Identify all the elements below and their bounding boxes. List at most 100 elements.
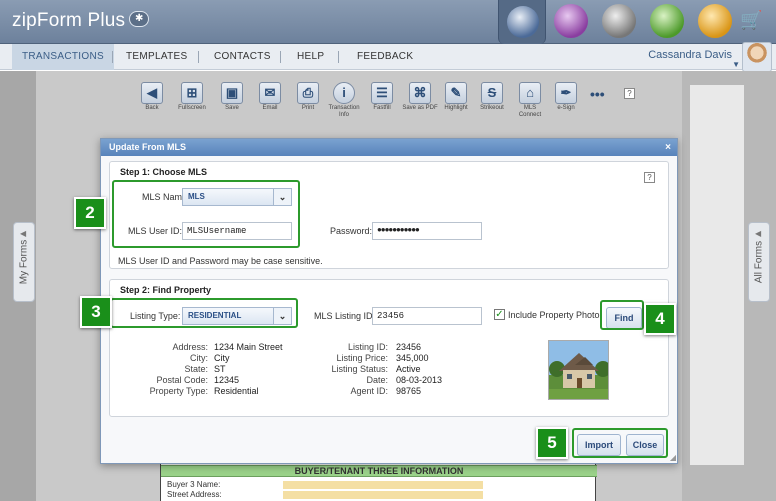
close-icon[interactable]: × (665, 139, 671, 156)
fullscreen-icon: ⊞ (181, 82, 203, 104)
back-arrow-icon: ◀ (141, 82, 163, 104)
date-value: 08-03-2013 (396, 375, 443, 385)
listing-status-label: Listing Status: (331, 364, 388, 374)
highlight-label: Highlight (444, 105, 468, 111)
back-label: Back (145, 105, 159, 111)
expand-arrow-icon: ◀ (20, 229, 27, 238)
signing-icon[interactable] (554, 4, 588, 38)
library-icon[interactable] (602, 4, 636, 38)
property-type-label: Property Type: (149, 386, 208, 396)
dialog-title: Update From MLS (101, 139, 677, 156)
save-button[interactable]: ▣ Save (214, 82, 250, 112)
dialog-title-text: Update From MLS (109, 142, 187, 152)
save-as-pdf-label: Save as PDF (402, 105, 438, 111)
annotation-badge: 2 (74, 197, 106, 229)
annotation-box-find (600, 300, 644, 330)
include-photo-checkbox[interactable]: ✓ (494, 309, 505, 320)
avatar[interactable] (742, 42, 772, 72)
active-nav-tab[interactable] (498, 0, 546, 44)
listing-status-value: Active (396, 364, 421, 374)
top-header: zipForm Plus ✱ 🛒 (0, 0, 776, 44)
fullscreen-label: Fullscreen (178, 105, 206, 111)
help-icon[interactable]: ? (644, 172, 655, 183)
strikeout-button[interactable]: S Strikeout (474, 82, 510, 112)
mls-listing-id-label: MLS Listing ID: (314, 311, 376, 321)
email-button[interactable]: ✉ Email (252, 82, 288, 112)
annotation-badge: 5 (536, 427, 568, 459)
state-label: State: (184, 364, 208, 374)
listing-price-label: Listing Price: (336, 353, 388, 363)
right-panel (690, 85, 744, 465)
toolbar-help-icon[interactable]: ? (624, 88, 635, 99)
fastfill-label: Fastfill (373, 105, 391, 111)
password-field[interactable]: ●●●●●●●●●●● (372, 222, 482, 240)
chat-icon[interactable] (650, 4, 684, 38)
mls-connect-button[interactable]: ⌂ MLS Connect (512, 82, 548, 119)
street-address-field[interactable] (283, 491, 483, 499)
expand-arrow-icon: ◀ (755, 229, 762, 238)
document-section-header: BUYER/TENANT THREE INFORMATION (161, 465, 597, 477)
street-address-label: Street Address: (167, 490, 222, 499)
house-photo-icon (549, 341, 608, 399)
print-button[interactable]: ⎙ Print (290, 82, 326, 112)
fastfill-button[interactable]: ☰ Fastfill (364, 82, 400, 112)
cart-icon[interactable]: 🛒 (740, 10, 762, 31)
annotation-badge: 4 (644, 303, 676, 335)
app-name: zipForm Plus (12, 10, 126, 31)
include-photo-label: Include Property Photo (508, 310, 600, 320)
nav-feedback[interactable]: FEEDBACK (357, 44, 413, 70)
save-icon: ▣ (221, 82, 243, 104)
nav-divider (198, 51, 199, 63)
pdf-icon: ⌘ (409, 82, 431, 104)
user-menu-caret-icon[interactable]: ▼ (732, 60, 740, 69)
address-label: Address: (172, 342, 208, 352)
money-icon[interactable] (698, 4, 732, 38)
transaction-info-label: Transaction Info (328, 105, 360, 118)
nav-contacts[interactable]: CONTACTS (214, 44, 271, 70)
user-name[interactable]: Cassandra Davis (648, 49, 732, 61)
mls-listing-id-input[interactable]: 23456 (372, 307, 482, 325)
property-type-value: Residential (214, 386, 259, 396)
info-icon: i (333, 82, 355, 104)
email-icon: ✉ (259, 82, 281, 104)
nav-divider (280, 51, 281, 63)
back-button[interactable]: ◀ Back (134, 82, 170, 112)
resize-grip-icon[interactable]: ◢ (670, 453, 676, 462)
my-forms-tab[interactable]: ◀ My Forms (13, 222, 35, 302)
annotation-badge: 3 (80, 296, 112, 328)
more-options-button[interactable]: ••• (590, 86, 605, 102)
agent-id-value: 98765 (396, 386, 422, 396)
pen-icon: ✒ (555, 82, 577, 104)
highlight-icon: ✎ (445, 82, 467, 104)
save-as-pdf-button[interactable]: ⌘ Save as PDF (402, 82, 438, 112)
highlight-button[interactable]: ✎ Highlight (438, 82, 474, 112)
nav-transactions[interactable]: TRANSACTIONS (12, 44, 114, 70)
all-forms-tab[interactable]: ◀ All Forms (748, 222, 770, 302)
postal-code-value: 12345 (214, 375, 240, 385)
step2-title: Step 2: Find Property (120, 285, 212, 295)
all-forms-label: All Forms (753, 240, 765, 284)
transactions-globe-icon (507, 6, 539, 38)
date-label: Date: (366, 375, 388, 385)
nav-divider (112, 51, 113, 63)
strikeout-label: Strikeout (480, 105, 504, 111)
city-label: City: (190, 353, 208, 363)
strikeout-icon: S (481, 82, 503, 104)
nav-divider (338, 51, 339, 63)
fullscreen-button[interactable]: ⊞ Fullscreen (174, 82, 210, 112)
state-value: ST (214, 364, 226, 374)
nav-help[interactable]: HELP (297, 44, 324, 70)
listing-id-value: 23456 (396, 342, 422, 352)
postal-code-label: Postal Code: (156, 375, 208, 385)
esign-button[interactable]: ✒ e-Sign (548, 82, 584, 112)
password-label: Password: (330, 226, 373, 236)
annotation-box-footer (572, 428, 668, 458)
mls-connect-label: MLS Connect (518, 105, 542, 118)
address-value: 1234 Main Street (214, 342, 283, 352)
nav-templates[interactable]: TEMPLATES (126, 44, 187, 70)
transaction-info-button[interactable]: i Transaction Info (326, 82, 362, 119)
buyer-name-field[interactable] (283, 481, 483, 489)
property-photo (548, 340, 609, 400)
globe-icon: ✱ (129, 10, 150, 27)
agent-id-label: Agent ID: (350, 386, 388, 396)
